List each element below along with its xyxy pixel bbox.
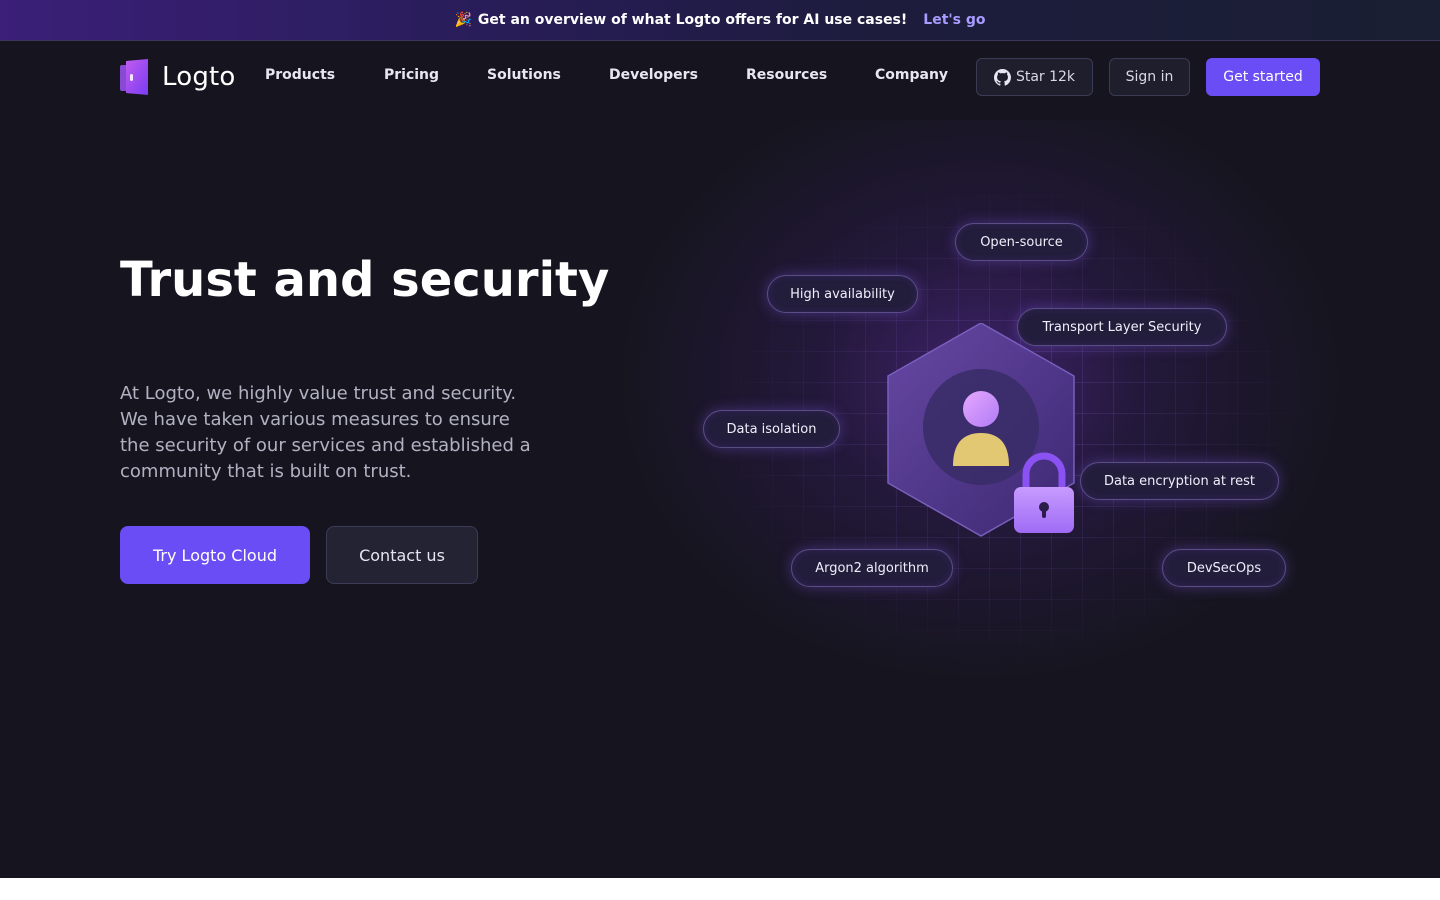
logo[interactable]: Logto: [120, 59, 236, 95]
feature-pill: Data isolation: [703, 410, 840, 448]
announcement-bar[interactable]: 🎉 Get an overview of what Logto offers f…: [0, 0, 1440, 41]
announcement-text: Get an overview of what Logto offers for…: [477, 12, 908, 28]
nav-developers[interactable]: Developers: [609, 67, 698, 83]
feature-pill: DevSecOps: [1162, 549, 1286, 587]
feature-pill: Transport Layer Security: [1017, 308, 1227, 346]
sign-in-button[interactable]: Sign in: [1109, 58, 1190, 96]
hero-description: At Logto, we highly value trust and secu…: [120, 383, 531, 482]
logo-text: Logto: [162, 62, 236, 92]
feature-pill: Argon2 algorithm: [791, 549, 953, 587]
github-icon: [993, 68, 1011, 86]
feature-pill: Data encryption at rest: [1080, 462, 1279, 500]
nav-resources[interactable]: Resources: [746, 67, 827, 83]
party-popper-icon: 🎉: [454, 12, 472, 28]
github-star-button[interactable]: Star 12k: [976, 58, 1093, 96]
announcement-link[interactable]: Let's go: [923, 12, 985, 28]
site-header: Logto Products Pricing Solutions Develop…: [0, 41, 1440, 113]
logo-icon: [120, 59, 148, 95]
github-star-label: Star 12k: [1015, 69, 1076, 85]
contact-us-button[interactable]: Contact us: [326, 526, 478, 584]
nav-solutions[interactable]: Solutions: [487, 67, 561, 83]
user-shield-icon: [887, 323, 1075, 537]
page-bottom-strip: [0, 878, 1440, 900]
hero-title: Trust and security: [120, 252, 610, 308]
nav-pricing[interactable]: Pricing: [384, 67, 439, 83]
nav-company[interactable]: Company: [875, 67, 948, 83]
try-logto-cloud-button[interactable]: Try Logto Cloud: [120, 526, 310, 584]
feature-pill: Open-source: [955, 223, 1088, 261]
feature-pill: High availability: [767, 275, 918, 313]
nav-products[interactable]: Products: [265, 67, 335, 83]
security-illustration: Open-source High availability Transport …: [560, 120, 1440, 760]
page: 🎉 Get an overview of what Logto offers f…: [0, 0, 1440, 878]
get-started-button[interactable]: Get started: [1206, 58, 1320, 96]
